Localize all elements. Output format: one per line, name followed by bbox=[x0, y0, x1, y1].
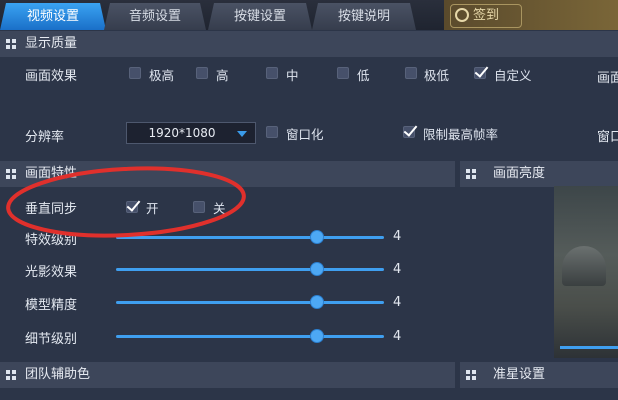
lighting-effect-slider-handle[interactable] bbox=[310, 262, 324, 276]
lighting-effect-value: 4 bbox=[393, 262, 402, 277]
preview-building bbox=[562, 246, 606, 286]
section-title: 团队辅助色 bbox=[25, 367, 91, 382]
grid-icon bbox=[466, 370, 476, 380]
checkbox-vsync-off[interactable] bbox=[193, 201, 205, 213]
vsync-on-label: 开 bbox=[146, 201, 159, 216]
option-medium-label: 中 bbox=[286, 68, 299, 83]
tab-bar: 视频设置 音频设置 按键设置 按键说明 签到 bbox=[0, 0, 618, 30]
tab-video-settings[interactable]: 视频设置 bbox=[0, 3, 106, 30]
lighting-effect-slider[interactable] bbox=[116, 268, 384, 271]
tab-key-settings[interactable]: 按键设置 bbox=[208, 3, 312, 30]
tab-key-instructions[interactable]: 按键说明 bbox=[312, 3, 416, 30]
checkbox-vsync-on[interactable] bbox=[126, 201, 138, 213]
section-title: 准星设置 bbox=[493, 367, 546, 382]
model-precision-label: 模型精度 bbox=[25, 298, 78, 313]
lighting-effect-label: 光影效果 bbox=[25, 265, 78, 280]
effects-level-value: 4 bbox=[393, 229, 402, 244]
resolution-label: 分辨率 bbox=[25, 130, 65, 145]
section-title: 显示质量 bbox=[25, 36, 78, 51]
effects-level-slider-handle[interactable] bbox=[310, 230, 324, 244]
model-precision-value: 4 bbox=[393, 295, 402, 310]
section-header-crosshair: 准星设置 bbox=[460, 362, 618, 388]
grid-icon bbox=[466, 169, 476, 179]
tab-audio-settings[interactable]: 音频设置 bbox=[104, 3, 206, 30]
detail-level-label: 细节级别 bbox=[25, 332, 78, 347]
vsync-label: 垂直同步 bbox=[25, 202, 78, 217]
effects-level-slider[interactable] bbox=[116, 236, 384, 239]
detail-level-slider-handle[interactable] bbox=[310, 329, 324, 343]
limit-fps-label: 限制最高帧率 bbox=[423, 127, 499, 142]
chevron-down-icon bbox=[237, 131, 247, 137]
brightness-preview-image bbox=[554, 186, 618, 358]
checkbox-very-high[interactable] bbox=[129, 67, 141, 79]
resolution-value: 1920*1080 bbox=[148, 126, 216, 140]
vsync-off-label: 关 bbox=[213, 201, 226, 216]
section-header-picture-features: 画面特性 bbox=[0, 161, 455, 187]
windowed-label: 窗口化 bbox=[286, 127, 324, 142]
effects-level-label: 特效级别 bbox=[25, 233, 78, 248]
section-header-brightness: 画面亮度 bbox=[460, 161, 618, 187]
checkin-label: 签到 bbox=[473, 8, 500, 23]
picture-cut-label: 画面 bbox=[597, 71, 618, 86]
model-precision-slider-handle[interactable] bbox=[310, 295, 324, 309]
section-header-team-color: 团队辅助色 bbox=[0, 362, 455, 388]
detail-level-slider[interactable] bbox=[116, 335, 384, 338]
checkin-icon bbox=[455, 8, 469, 22]
brightness-slider[interactable] bbox=[560, 346, 618, 349]
checkin-banner: 签到 bbox=[444, 0, 618, 30]
option-very-low-label: 极低 bbox=[424, 68, 450, 83]
section-title: 画面亮度 bbox=[493, 166, 546, 181]
checkbox-high[interactable] bbox=[196, 67, 208, 79]
window-cut-label: 窗口 bbox=[597, 130, 618, 145]
section-title: 画面特性 bbox=[25, 166, 78, 181]
checkbox-windowed[interactable] bbox=[266, 126, 278, 138]
picture-effect-label: 画面效果 bbox=[25, 69, 78, 84]
option-very-high-label: 极高 bbox=[149, 68, 175, 83]
grid-icon bbox=[6, 169, 16, 179]
checkin-button[interactable]: 签到 bbox=[450, 4, 522, 28]
checkbox-very-low[interactable] bbox=[405, 67, 417, 79]
checkbox-low[interactable] bbox=[337, 67, 349, 79]
checkbox-limit-fps[interactable] bbox=[403, 126, 415, 138]
option-custom-label: 自定义 bbox=[494, 68, 532, 83]
option-high-label: 高 bbox=[216, 68, 229, 83]
grid-icon bbox=[6, 370, 16, 380]
checkbox-custom[interactable] bbox=[474, 67, 486, 79]
checkbox-medium[interactable] bbox=[266, 67, 278, 79]
resolution-select[interactable]: 1920*1080 bbox=[126, 122, 256, 144]
section-header-display-quality: 显示质量 bbox=[0, 31, 618, 57]
option-low-label: 低 bbox=[357, 68, 370, 83]
model-precision-slider[interactable] bbox=[116, 301, 384, 304]
grid-icon bbox=[6, 39, 16, 49]
detail-level-value: 4 bbox=[393, 329, 402, 344]
